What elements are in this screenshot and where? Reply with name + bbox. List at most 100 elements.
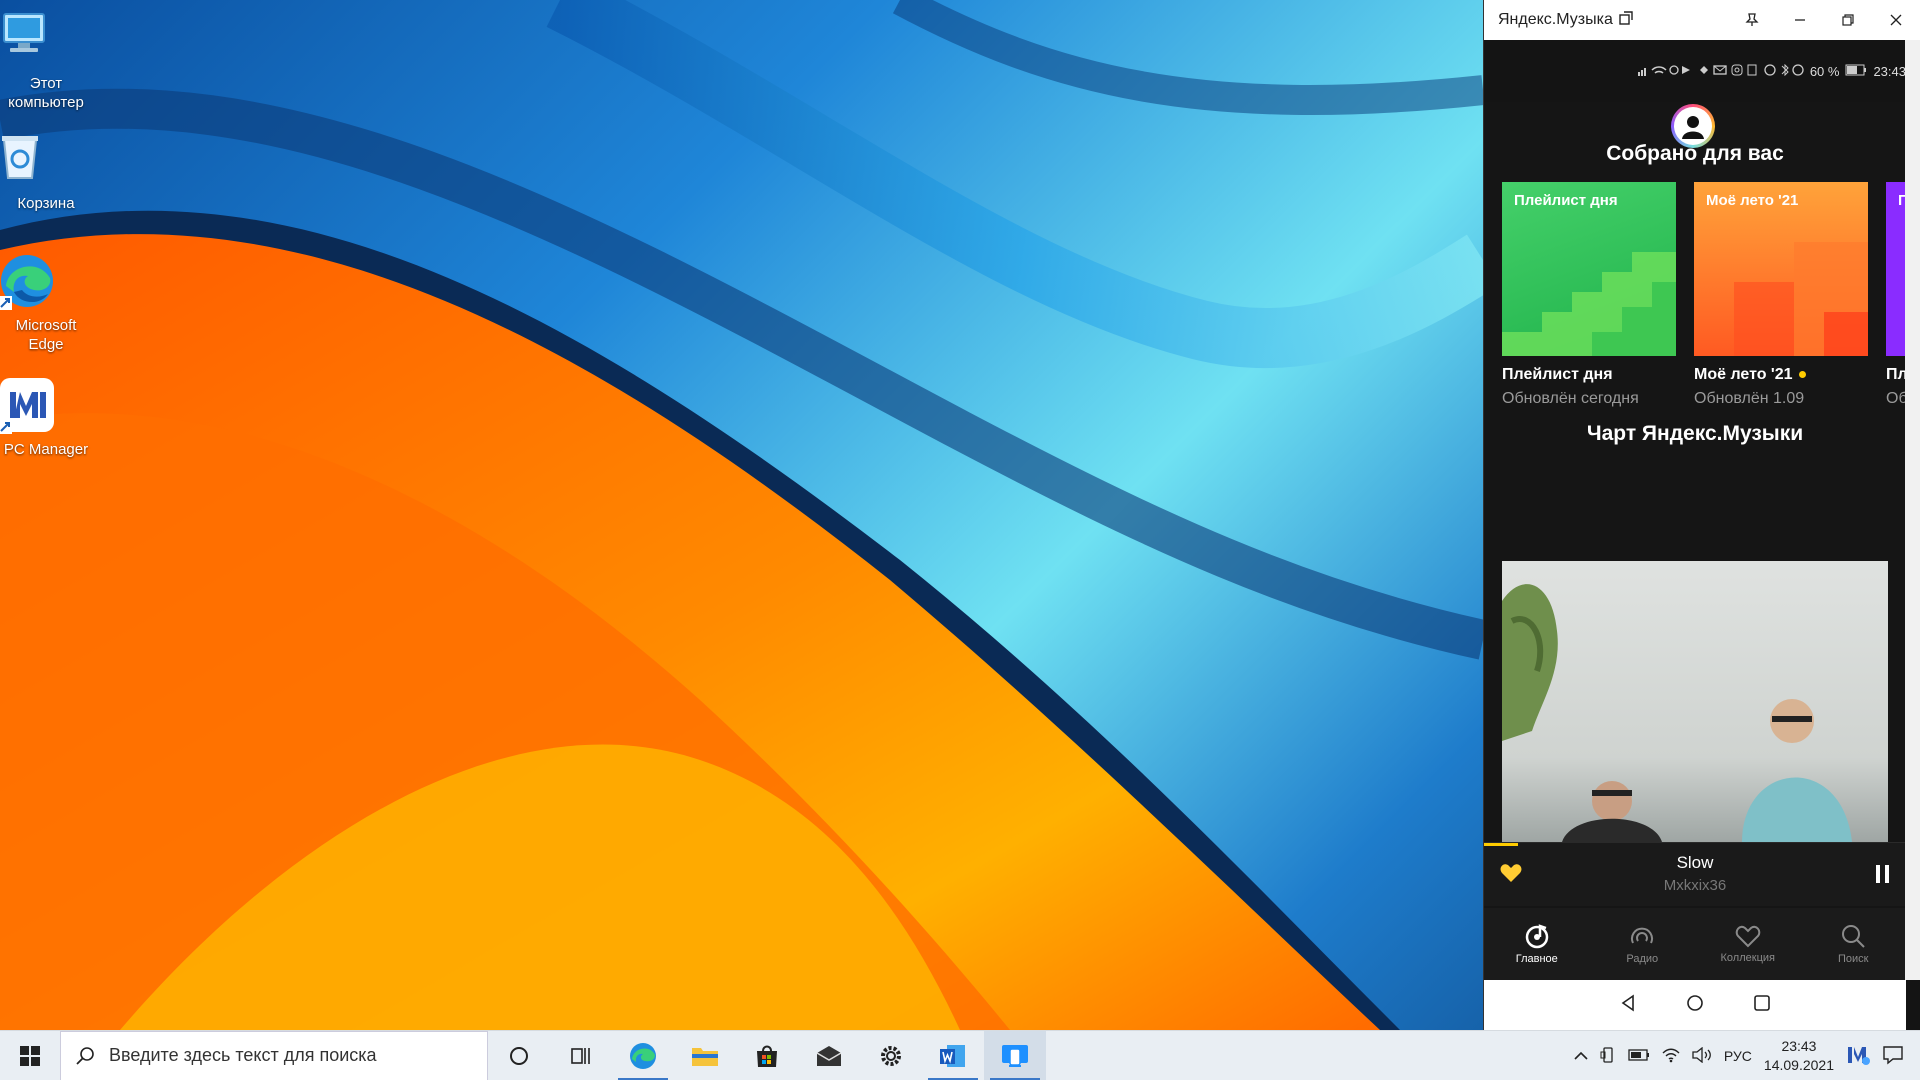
- search-icon: [76, 1046, 94, 1065]
- playback-progress[interactable]: [1484, 843, 1518, 846]
- task-view-button[interactable]: [550, 1031, 612, 1080]
- minimize-icon: [1795, 19, 1805, 21]
- close-button[interactable]: [1872, 0, 1920, 40]
- heart-icon: [1735, 925, 1761, 948]
- edge-icon: [0, 252, 76, 312]
- search-placeholder: Введите здесь текст для поиска: [109, 1045, 377, 1065]
- playlist-card-partial[interactable]: П с Пл Об: [1886, 182, 1906, 408]
- nav-label: Главное: [1515, 953, 1558, 965]
- track-artist: Mxkxix36: [1663, 877, 1727, 894]
- pause-icon[interactable]: [1876, 865, 1890, 888]
- desktop-icon-this-pc[interactable]: Этот компьютер: [0, 10, 94, 112]
- playlist-card-summer[interactable]: Моё лето '21 Моё лето '21 Обновлён 1.09: [1694, 182, 1868, 408]
- clock-date: 14.09.2021: [1763, 1057, 1834, 1073]
- desktop-icon-edge[interactable]: Microsoft Edge: [0, 252, 94, 354]
- playlist-card-daily[interactable]: Плейлист дня Плейлист дня Обновлён сегод…: [1502, 182, 1676, 408]
- mail-icon: [816, 1045, 842, 1066]
- desktop-icon-label: Microsoft Edge: [15, 317, 77, 353]
- desktop-icon-label: PC Manager: [3, 441, 89, 458]
- nav-search[interactable]: Поиск: [1801, 908, 1907, 980]
- nav-label: Коллекция: [1720, 952, 1775, 964]
- gear-icon: [881, 1045, 901, 1066]
- store-icon: [757, 1045, 777, 1067]
- section-title-for-you: Собрано для вас: [1606, 142, 1784, 165]
- mini-player[interactable]: Slow Mxkxix36: [1484, 842, 1906, 906]
- pc-manager-tray-icon[interactable]: [1846, 1045, 1870, 1068]
- nav-home[interactable]: Главное: [1484, 908, 1590, 980]
- edge-icon: [630, 1042, 656, 1069]
- cortana-icon: [510, 1046, 528, 1065]
- home-icon[interactable]: [1686, 994, 1704, 1017]
- phone-link-icon: [1002, 1044, 1028, 1067]
- desktop-icon-recycle-bin[interactable]: Корзина: [0, 130, 94, 213]
- notification-icons: [1698, 64, 1758, 79]
- alarm-bluetooth-icons: [1764, 63, 1804, 79]
- window-title: Яндекс.Музыка: [1498, 11, 1613, 28]
- playlist-cover: П с: [1886, 182, 1906, 356]
- cover-label: Плейлист дня: [1514, 192, 1618, 209]
- playlist-name: Моё лето '21: [1694, 366, 1868, 384]
- pop-out-icon[interactable]: [1619, 10, 1633, 30]
- yandex-music-app: Собрано для вас Плейлист дня Плейлист дн…: [1484, 102, 1906, 980]
- windows-logo-icon: [20, 1045, 40, 1066]
- user-icon: [1682, 116, 1704, 139]
- clock-time: 23:43: [1781, 1038, 1817, 1054]
- taskbar-app-settings[interactable]: [860, 1031, 922, 1080]
- battery-tray-icon[interactable]: [1628, 1048, 1650, 1064]
- recycle-bin-icon: [2, 130, 76, 190]
- volume-icon[interactable]: [1692, 1046, 1712, 1066]
- nav-radio[interactable]: Радио: [1590, 908, 1696, 980]
- back-icon[interactable]: [1620, 993, 1636, 1017]
- desktop-icon-pc-manager[interactable]: PC Manager: [0, 376, 94, 459]
- new-indicator-dot: [1798, 371, 1806, 379]
- wifi-icon[interactable]: [1662, 1047, 1680, 1066]
- battery-icon: [1845, 64, 1867, 79]
- playlist-cover: Моё лето '21: [1694, 182, 1868, 356]
- section-title-chart: Чарт Яндекс.Музыки: [1586, 422, 1804, 445]
- system-tray: РУС 23:43 14.09.2021: [1574, 1031, 1920, 1080]
- pc-manager-icon: [0, 376, 76, 436]
- recents-icon[interactable]: [1754, 994, 1770, 1016]
- playlist-updated: Об: [1886, 390, 1906, 407]
- playlist-name: Плейлист дня: [1502, 366, 1613, 383]
- pin-button[interactable]: [1728, 0, 1776, 40]
- folder-icon: [692, 1047, 718, 1066]
- computer-icon: [3, 10, 76, 70]
- start-button[interactable]: [0, 1031, 60, 1080]
- notifications-icon[interactable]: [1882, 1045, 1904, 1068]
- taskbar-app-explorer[interactable]: [674, 1031, 736, 1080]
- phone-mirror-window: Яндекс.Музыка 60 % 23:43 Собрано для вас…: [1483, 0, 1920, 1030]
- battery-percent: 60 %: [1809, 63, 1840, 79]
- window-titlebar[interactable]: Яндекс.Музыка: [1484, 0, 1920, 40]
- desktop-icon-label: Корзина: [17, 195, 75, 212]
- taskbar-app-store[interactable]: [736, 1031, 798, 1080]
- android-navigation-bar: [1484, 980, 1906, 1030]
- nav-label: Радио: [1626, 953, 1659, 965]
- status-time: 23:43: [1873, 63, 1906, 79]
- minimize-button[interactable]: [1776, 0, 1824, 40]
- cortana-button[interactable]: [488, 1031, 550, 1080]
- clock[interactable]: 23:43 14.09.2021: [1764, 1037, 1834, 1075]
- taskbar: Введите здесь текст для поиска РУС 23:43…: [0, 1030, 1920, 1080]
- language-indicator[interactable]: РУС: [1724, 1048, 1752, 1064]
- close-icon: [1890, 14, 1902, 26]
- word-icon: [940, 1044, 965, 1067]
- window-scrollbar[interactable]: [1905, 40, 1920, 980]
- phone-link-tray-icon[interactable]: [1600, 1046, 1616, 1066]
- taskbar-search-box[interactable]: Введите здесь текст для поиска: [60, 1030, 488, 1080]
- playlist-name: Пл: [1886, 366, 1906, 383]
- chart-video-preview[interactable]: [1502, 561, 1888, 842]
- taskbar-app-edge[interactable]: [612, 1031, 674, 1080]
- home-music-icon: [1525, 924, 1548, 949]
- radio-icon: [1631, 927, 1654, 944]
- restore-button[interactable]: [1824, 0, 1872, 40]
- taskbar-app-mail[interactable]: [798, 1031, 860, 1080]
- desktop-icon-label: Этот компьютер: [8, 75, 84, 111]
- signal-icon: [1637, 64, 1692, 79]
- chevron-up-icon[interactable]: [1574, 1048, 1588, 1064]
- pin-icon: [1745, 13, 1759, 26]
- taskbar-app-phone-link[interactable]: [984, 1030, 1046, 1080]
- bottom-navigation: Главное Радио Коллекция Поиск: [1484, 908, 1906, 980]
- taskbar-app-word[interactable]: [922, 1031, 984, 1080]
- nav-collection[interactable]: Коллекция: [1695, 908, 1801, 980]
